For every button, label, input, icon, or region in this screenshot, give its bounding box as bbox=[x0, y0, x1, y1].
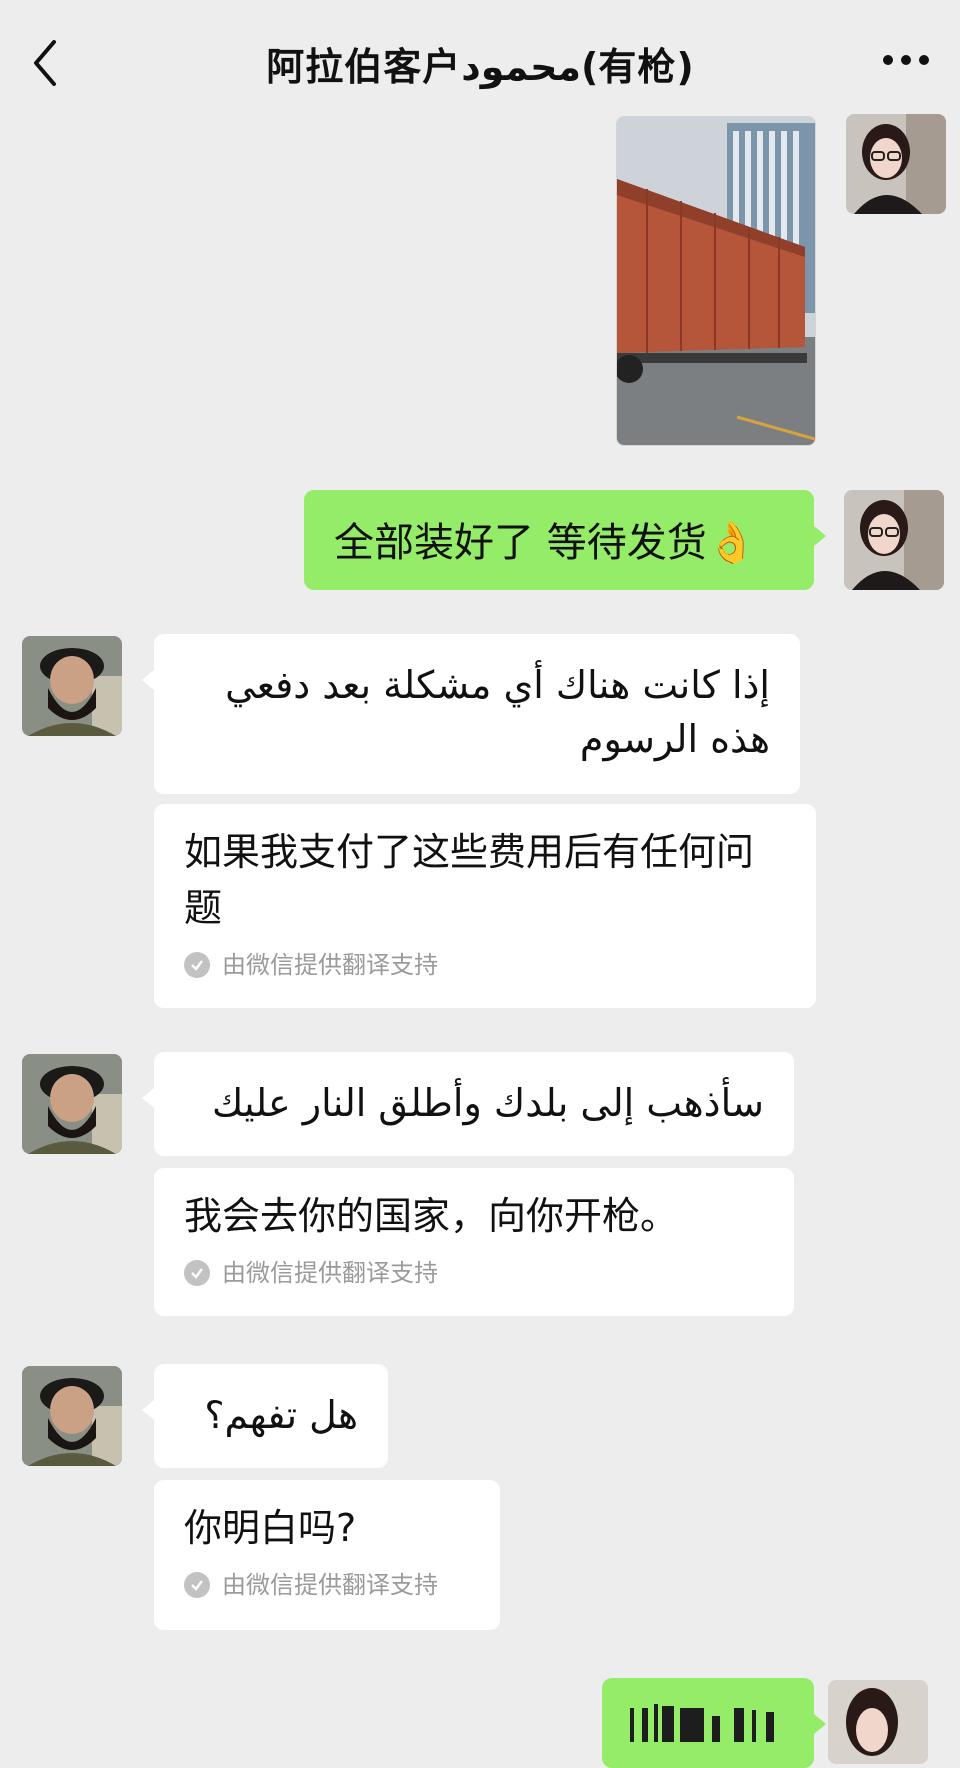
translated-text: 如果我支付了这些费用后有任何问题 bbox=[184, 830, 755, 930]
obscured-content bbox=[630, 1704, 774, 1742]
message-text-arabic: إذا كانت هناك أي مشكلة بعد دفعي هذه الرس… bbox=[225, 663, 770, 761]
my-avatar[interactable] bbox=[846, 114, 946, 214]
message-text-arabic: هل تفهم؟ bbox=[204, 1393, 358, 1437]
contact-message-bubble[interactable]: سأذهب إلى بلدك وأطلق النار عليك bbox=[142, 1052, 794, 1156]
message-text: 全部装好了 等待发货👌 bbox=[334, 520, 757, 566]
my-avatar[interactable] bbox=[844, 490, 944, 590]
contact-avatar[interactable] bbox=[22, 636, 122, 736]
translated-text: 我会去你的国家，向你开枪。 bbox=[184, 1194, 679, 1238]
translation-bubble[interactable]: 我会去你的国家，向你开枪。 由微信提供翻译支持 bbox=[154, 1168, 794, 1316]
translation-bubble[interactable]: 你明白吗? 由微信提供翻译支持 bbox=[154, 1480, 500, 1630]
more-button[interactable] bbox=[880, 50, 932, 70]
translation-note: 由微信提供翻译支持 bbox=[184, 1570, 470, 1600]
translation-note-text: 由微信提供翻译支持 bbox=[222, 1571, 438, 1599]
translation-note-text: 由微信提供翻译支持 bbox=[222, 951, 438, 979]
chat-title: 阿拉伯客户محمود(有枪) bbox=[266, 45, 694, 89]
my-message-bubble[interactable] bbox=[602, 1678, 826, 1768]
chat-header: 阿拉伯客户محمود(有枪) bbox=[0, 0, 960, 120]
translation-note: 由微信提供翻译支持 bbox=[184, 950, 786, 980]
translation-note-text: 由微信提供翻译支持 bbox=[222, 1259, 438, 1287]
contact-avatar[interactable] bbox=[22, 1054, 122, 1154]
more-dots-icon bbox=[883, 55, 929, 65]
translation-check-icon bbox=[184, 1572, 210, 1598]
back-arrow-icon bbox=[34, 40, 56, 86]
translation-bubble[interactable]: 如果我支付了这些费用后有任何问题 由微信提供翻译支持 bbox=[154, 804, 816, 1008]
my-message-bubble[interactable]: 全部装好了 等待发货👌 bbox=[304, 490, 826, 590]
translation-note: 由微信提供翻译支持 bbox=[184, 1258, 764, 1288]
contact-message-bubble[interactable]: إذا كانت هناك أي مشكلة بعد دفعي هذه الرس… bbox=[142, 634, 800, 794]
contact-message-bubble[interactable]: هل تفهم؟ bbox=[142, 1364, 388, 1468]
message-text-arabic: سأذهب إلى بلدك وأطلق النار عليك bbox=[211, 1081, 764, 1125]
translation-check-icon bbox=[184, 1260, 210, 1286]
back-button[interactable] bbox=[26, 34, 66, 92]
contact-avatar[interactable] bbox=[22, 1366, 122, 1466]
my-avatar[interactable] bbox=[828, 1680, 928, 1764]
translated-text: 你明白吗? bbox=[184, 1506, 357, 1550]
translation-check-icon bbox=[184, 952, 210, 978]
truck-photo-message[interactable] bbox=[616, 116, 816, 446]
